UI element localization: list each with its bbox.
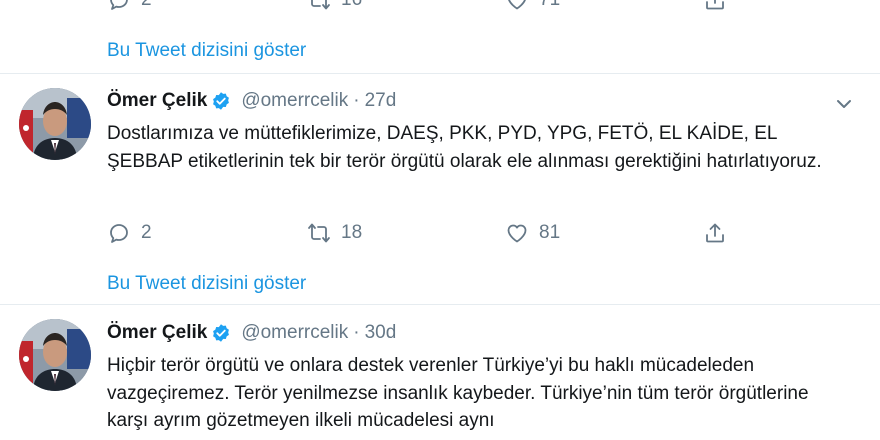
tweet-timestamp[interactable]: 30d — [365, 322, 397, 344]
user-name[interactable]: Ömer Çelik — [107, 322, 207, 344]
reply-count: 2 — [141, 0, 152, 11]
avatar[interactable] — [19, 319, 91, 391]
tweet-menu-caret[interactable] — [834, 94, 854, 114]
user-handle[interactable]: @omerrcelik — [241, 322, 348, 344]
share-button[interactable] — [703, 221, 727, 245]
reply-button[interactable]: 2 — [107, 0, 307, 12]
like-icon — [507, 224, 527, 243]
reply-icon — [110, 0, 128, 10]
tweet-timestamp[interactable]: 27d — [365, 90, 397, 112]
share-button[interactable] — [703, 0, 727, 12]
tweet-header: Ömer Çelik @omerrcelik · 27d — [107, 90, 396, 112]
user-name[interactable]: Ömer Çelik — [107, 90, 207, 112]
reply-button[interactable]: 2 — [107, 221, 307, 245]
show-thread-link[interactable]: Bu Tweet dizisini göster — [107, 273, 306, 295]
verified-badge-icon — [213, 92, 230, 110]
retweet-count: 18 — [341, 222, 363, 243]
retweet-count: 16 — [341, 0, 362, 11]
share-icon — [706, 0, 724, 10]
avatar[interactable] — [19, 88, 91, 160]
separator-dot: · — [353, 90, 360, 111]
verified-badge-icon — [213, 324, 230, 342]
like-count: 81 — [539, 222, 561, 243]
retweet-button[interactable]: 18 — [307, 221, 505, 245]
tweet-header: Ömer Çelik @omerrcelik · 30d — [107, 322, 396, 344]
like-button[interactable]: 71 — [505, 0, 703, 12]
chevron-down-icon — [837, 100, 851, 108]
user-handle[interactable]: @omerrcelik — [241, 90, 348, 112]
show-thread-link[interactable]: Bu Tweet dizisini göster — [107, 40, 306, 62]
retweet-icon — [308, 223, 330, 243]
tweet-text: Dostlarımıza ve müttefiklerimize, DAEŞ, … — [107, 123, 822, 172]
retweet-button[interactable]: 16 — [307, 0, 505, 12]
top-partial-actions: 2 16 71 — [107, 0, 727, 12]
retweet-icon — [311, 0, 330, 10]
like-button[interactable]: 81 — [505, 221, 703, 245]
separator-dot: · — [353, 322, 360, 343]
reply-icon — [110, 224, 128, 243]
tweet-text: Hiçbir terör örgütü ve onlara destek ver… — [107, 355, 809, 431]
share-icon — [706, 223, 724, 243]
like-icon — [508, 0, 526, 10]
avatar-photo — [19, 319, 91, 391]
tweet-actions: 2 18 81 — [107, 221, 727, 245]
avatar-photo — [19, 88, 91, 160]
tweet[interactable]: Ömer Çelik @omerrcelik · 27d Dostlarımız… — [0, 74, 880, 304]
tweet[interactable]: Ömer Çelik @omerrcelik · 30d Hiçbir terö… — [0, 305, 880, 440]
reply-count: 2 — [141, 222, 152, 243]
like-count: 71 — [539, 0, 560, 11]
